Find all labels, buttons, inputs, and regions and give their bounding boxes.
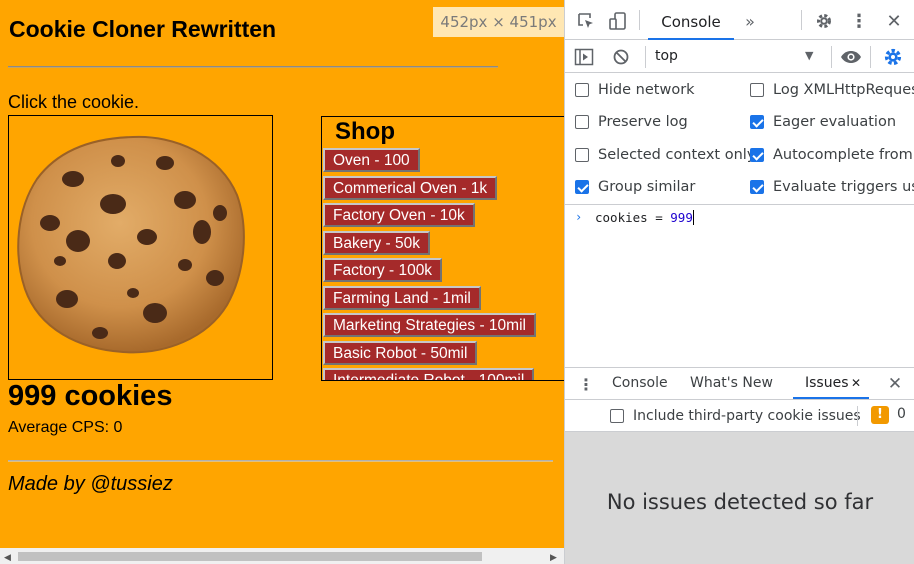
kebab-menu-icon[interactable]: ⋮ — [848, 10, 870, 32]
toolbar-separator — [857, 406, 858, 426]
setting-eager-evaluation[interactable]: Eager evaluation — [750, 112, 896, 132]
toolbar-separator — [870, 46, 871, 68]
checkbox-checked[interactable] — [575, 180, 589, 194]
setting-hide-network[interactable]: Hide network — [575, 80, 695, 100]
issues-panel: No issues detected so far — [565, 432, 914, 564]
issues-count: 0 — [897, 406, 906, 422]
close-drawer-icon[interactable]: ✕ — [885, 373, 905, 395]
dropdown-arrow-icon: ▼ — [805, 49, 814, 62]
setting-log-xmlhttprequests[interactable]: Log XMLHttpRequests — [750, 80, 914, 100]
checkbox[interactable] — [575, 115, 589, 129]
console-input-area[interactable]: › cookies = 999 — [565, 205, 914, 367]
more-tabs-icon[interactable]: » — [739, 10, 761, 32]
tab-console[interactable]: Console — [648, 0, 734, 40]
prompt-chevron-icon: › — [575, 210, 583, 224]
close-tab-icon[interactable]: ✕ — [851, 368, 861, 398]
sidebar-toggle-icon[interactable] — [573, 46, 595, 68]
cookie-count: 999 cookies — [8, 380, 173, 412]
shop-item-oven[interactable]: Oven - 100 — [323, 148, 420, 172]
shop-item-commercial-oven[interactable]: Commerical Oven - 1k — [323, 176, 498, 200]
eye-icon[interactable] — [839, 46, 863, 68]
shop-item-bakery[interactable]: Bakery - 50k — [323, 231, 431, 255]
viewport-size-tooltip: 452px × 451px — [433, 7, 564, 37]
device-toolbar-icon[interactable] — [607, 10, 629, 32]
shop-item-farming-land[interactable]: Farming Land - 1mil — [323, 286, 481, 310]
drawer-menu-icon[interactable]: ⋮ — [578, 373, 594, 395]
scroll-right-arrow-icon[interactable]: ▶ — [550, 552, 557, 563]
cookie-image[interactable] — [15, 133, 247, 355]
devtools-panel: Console » ⋮ ✕ top ▼ Hide network Log XML… — [564, 0, 914, 564]
drawer-tab-whats-new[interactable]: What's New — [690, 368, 773, 399]
shop-panel[interactable]: Shop Oven - 100 Commerical Oven - 1k Fac… — [321, 116, 564, 381]
issues-toolbar: Include third-party cookie issues ! 0 — [565, 400, 914, 432]
setting-selected-context-only[interactable]: Selected context only — [575, 145, 755, 165]
checkbox[interactable] — [575, 83, 589, 97]
warning-icon: ! — [871, 406, 889, 424]
checkbox[interactable] — [750, 83, 764, 97]
shop-title: Shop — [335, 118, 395, 145]
setting-preserve-log[interactable]: Preserve log — [575, 112, 688, 132]
page-title: Cookie Cloner Rewritten — [9, 16, 277, 42]
setting-group-similar[interactable]: Group similar — [575, 177, 695, 197]
gear-icon[interactable] — [813, 10, 835, 32]
checkbox-checked[interactable] — [750, 115, 764, 129]
horizontal-scrollbar[interactable]: ◀ ▶ — [0, 548, 564, 564]
context-select[interactable]: top ▼ — [655, 44, 825, 68]
shop-item-factory[interactable]: Factory - 100k — [323, 258, 443, 282]
shop-item-basic-robot[interactable]: Basic Robot - 50mil — [323, 341, 478, 365]
shop-item-marketing-strategies[interactable]: Marketing Strategies - 10mil — [323, 313, 536, 337]
devtools-main-toolbar: Console » ⋮ ✕ — [565, 0, 914, 40]
shop-item-intermediate-robot[interactable]: Intermediate Robot - 100mil — [323, 368, 535, 380]
divider — [8, 66, 498, 68]
text-caret — [692, 210, 694, 225]
drawer-tabs: ⋮ Console What's New Issues ✕ ✕ — [565, 367, 914, 400]
toolbar-separator — [831, 46, 832, 68]
close-icon[interactable]: ✕ — [883, 10, 905, 32]
drawer-tab-console[interactable]: Console — [612, 368, 668, 399]
toolbar-separator — [639, 10, 640, 30]
context-value: top — [655, 48, 678, 64]
console-settings-gear-icon[interactable] — [881, 45, 905, 69]
console-settings: Hide network Log XMLHttpRequests Preserv… — [565, 73, 914, 205]
setting-evaluate-triggers-user-activation[interactable]: Evaluate triggers user activation — [750, 177, 914, 197]
checkbox[interactable] — [610, 409, 624, 423]
checkbox[interactable] — [575, 148, 589, 162]
average-cps: Average CPS: 0 — [8, 419, 123, 436]
drawer-tab-issues[interactable]: Issues ✕ — [793, 368, 869, 399]
console-code-number: 999 — [670, 210, 693, 225]
inspect-element-icon[interactable] — [575, 10, 597, 32]
clear-console-icon[interactable] — [610, 46, 632, 68]
instruction-text: Click the cookie. — [8, 92, 140, 112]
console-toolbar: top ▼ — [565, 40, 914, 73]
include-third-party-cookie-issues[interactable]: Include third-party cookie issues — [610, 406, 861, 426]
toolbar-separator — [645, 46, 646, 68]
scrollbar-thumb[interactable] — [18, 552, 482, 561]
cookie-button[interactable] — [8, 115, 273, 380]
scroll-left-arrow-icon[interactable]: ◀ — [4, 552, 11, 563]
checkbox-checked[interactable] — [750, 148, 764, 162]
console-code: cookies = — [595, 210, 671, 225]
checkbox-checked[interactable] — [750, 180, 764, 194]
no-issues-message: No issues detected so far — [606, 490, 874, 514]
page-viewport: Cookie Cloner Rewritten Click the cookie… — [0, 0, 564, 564]
setting-autocomplete-from-history[interactable]: Autocomplete from history — [750, 145, 914, 165]
credit-text: Made by @tussiez — [8, 473, 173, 495]
console-input[interactable]: cookies = 999 — [595, 210, 694, 225]
toolbar-separator — [801, 10, 802, 30]
drawer-tab-issues-label: Issues — [805, 375, 849, 391]
divider — [8, 460, 553, 462]
shop-item-factory-oven[interactable]: Factory Oven - 10k — [323, 203, 475, 227]
